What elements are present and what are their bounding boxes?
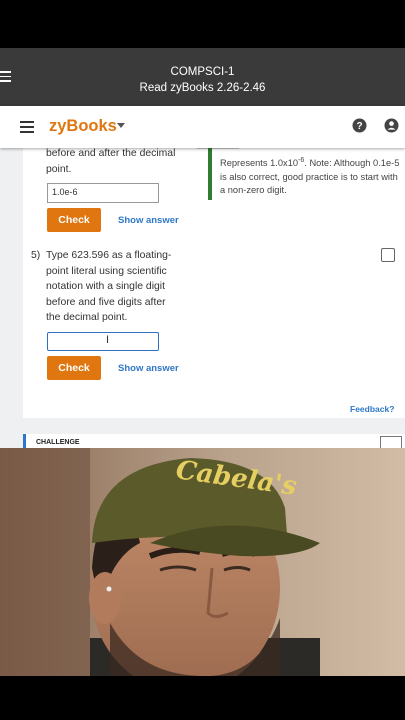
bottom-black-bar [0,676,405,720]
question4-answer-field[interactable]: 1.0e-6 [47,183,159,203]
question5-text: Type 623.596 as a floating-point literal… [46,250,172,324]
question5-check-button[interactable]: Check [47,356,101,380]
answer-reveal-box [197,148,239,149]
feedback-link[interactable]: Feedback? [350,404,394,414]
question5-show-answer-button[interactable]: Show answer [118,363,179,374]
zybooks-toolbar: zyBooks [0,106,405,148]
zybooks-logo[interactable]: zyBooks [49,117,117,136]
question4-show-answer-button[interactable]: Show answer [118,215,179,226]
explanation-text: Represents 1.0x10-6. Note: Although 0.1e… [220,157,400,195]
chevron-down-icon[interactable] [117,123,125,128]
explanation-bar [208,148,212,200]
question4-check-button[interactable]: Check [47,208,101,232]
challenge-activity-header: CHALLENGE [23,434,405,449]
challenge-label: CHALLENGE [36,439,80,446]
course-title: COMPSCI-1 [170,66,235,78]
question5-number: 5) [31,250,41,261]
webcam-image: Cabela's [0,448,405,676]
help-icon[interactable]: ? [352,118,367,133]
question5-answer-field[interactable] [47,332,159,351]
hamburger-menu-icon[interactable] [20,121,34,136]
assignment-title: Read zyBooks 2.26-2.46 [139,82,266,94]
svg-text:?: ? [356,121,362,132]
question5-complete-checkbox [381,248,395,262]
webcam-video: Cabela's [0,448,405,676]
question4-text: before and after the decimal point. [46,148,176,175]
course-header: COMPSCI-1 Read zyBooks 2.26-2.46 [0,48,405,106]
text-cursor-icon: I [106,334,110,346]
account-icon[interactable] [384,118,399,133]
